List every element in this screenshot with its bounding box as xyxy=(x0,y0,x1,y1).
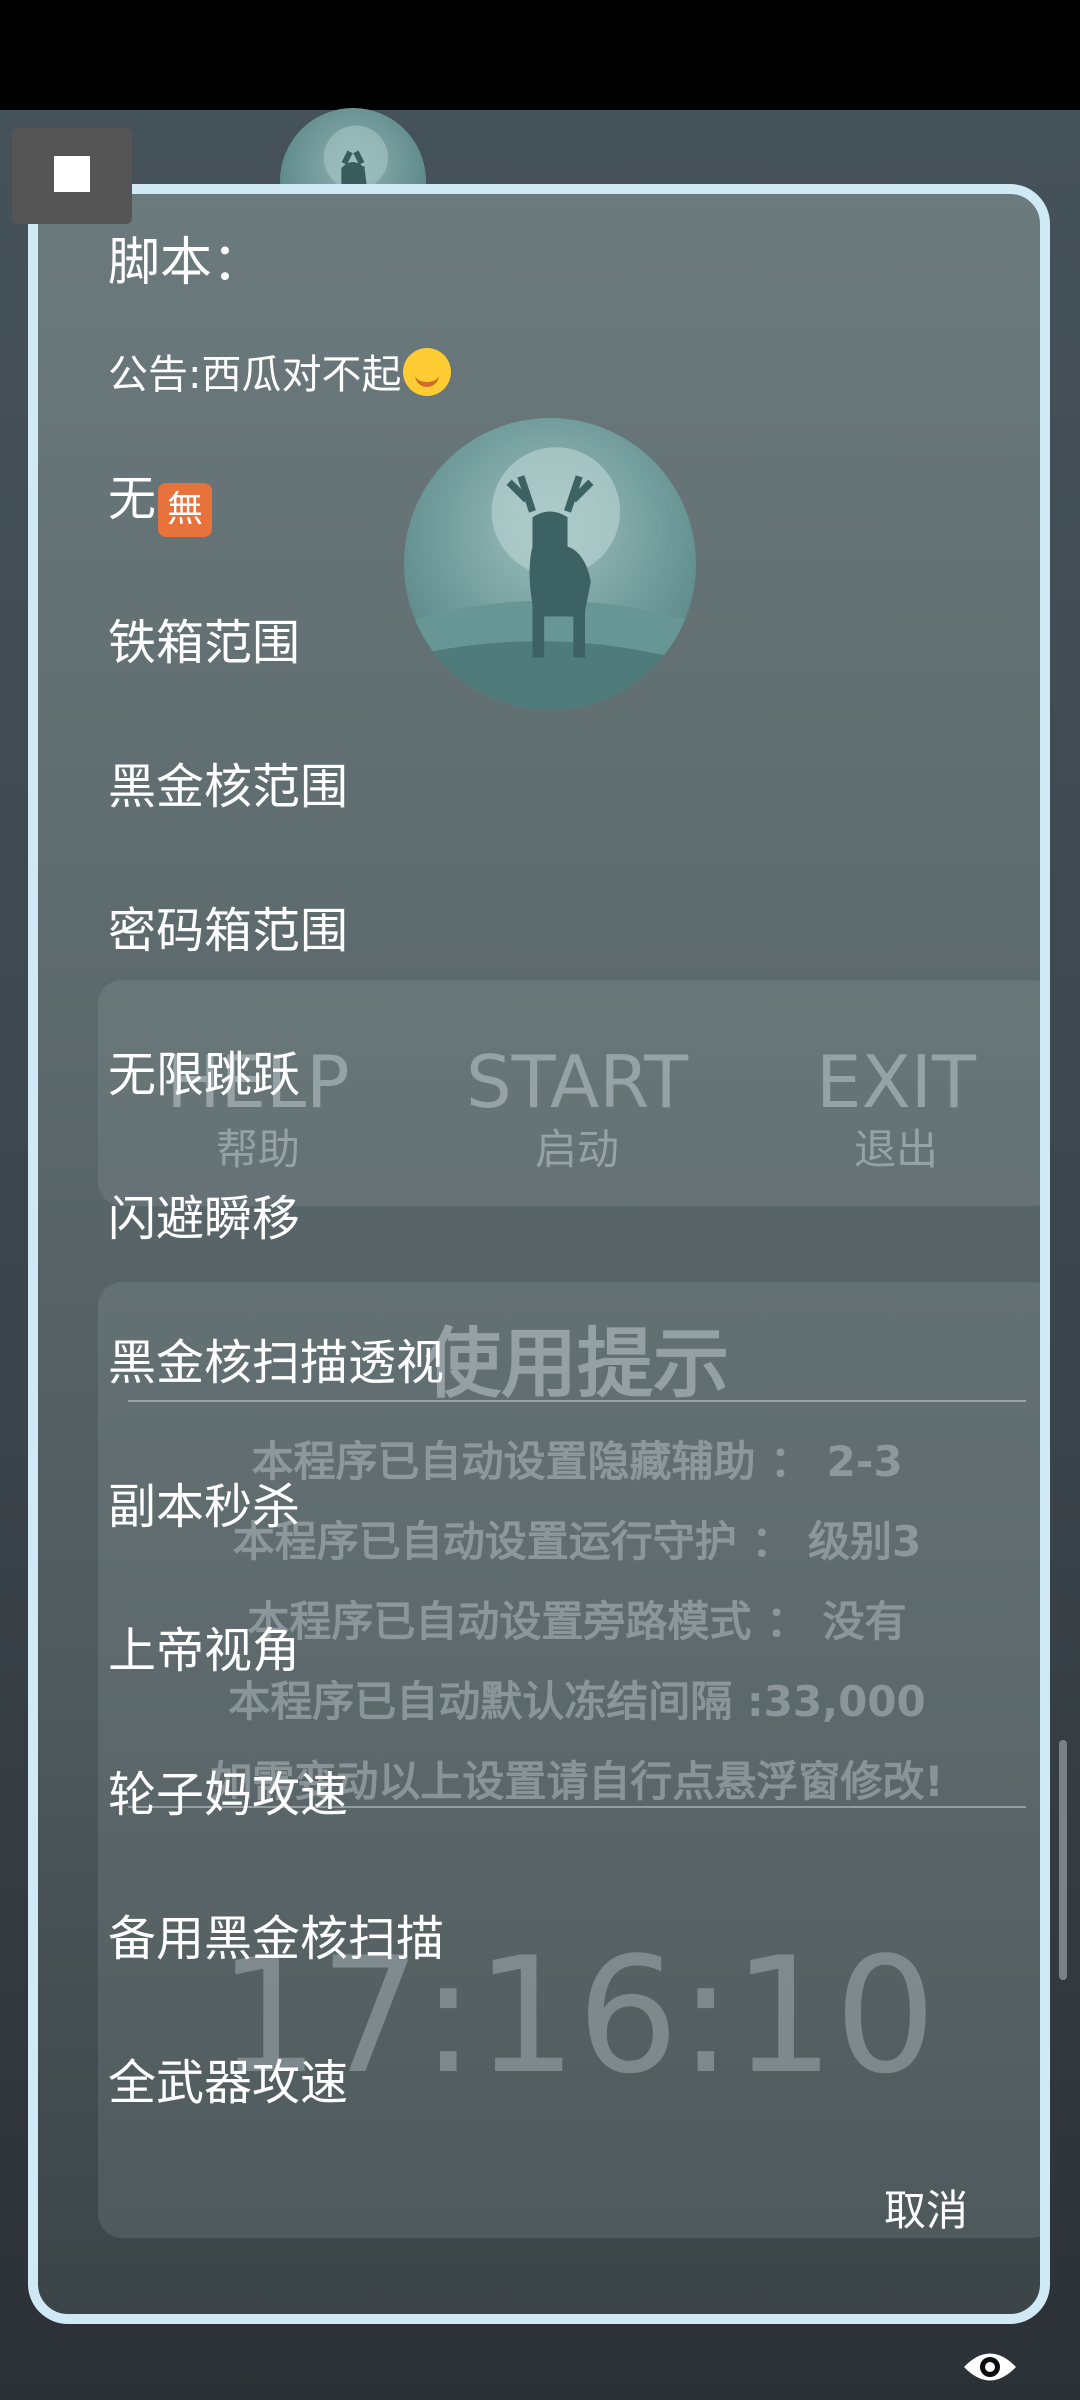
list-item[interactable]: 全武器攻速 xyxy=(108,2036,444,2180)
exit-button[interactable]: EXIT 退出 xyxy=(746,1040,1040,1178)
status-bar xyxy=(0,0,1080,110)
none-badge-icon: 無 xyxy=(158,483,213,537)
list-item[interactable]: 轮子妈攻速 xyxy=(108,1748,444,1892)
list-item[interactable]: 备用黑金核扫描 xyxy=(108,1892,444,2036)
deer-logo xyxy=(404,418,696,710)
eye-icon[interactable] xyxy=(962,2346,1018,2388)
list-item[interactable]: 黑金核范围 xyxy=(108,740,444,884)
smile-emoji-icon xyxy=(403,348,452,396)
list-item[interactable]: 上帝视角 xyxy=(108,1604,444,1748)
exit-label: EXIT xyxy=(815,1040,977,1124)
list-item[interactable]: 副本秒杀 xyxy=(108,1460,444,1604)
script-list: 无無 铁箱范围 黑金核范围 密码箱范围 无限跳跃 闪避瞬移 黑金核扫描透视 副本… xyxy=(108,452,444,2180)
exit-sublabel: 退出 xyxy=(853,1125,938,1174)
list-item[interactable]: 黑金核扫描透视 xyxy=(108,1316,444,1460)
start-label: START xyxy=(465,1040,689,1124)
square-stop-icon xyxy=(54,156,90,192)
start-button[interactable]: START 启动 xyxy=(427,1042,727,1178)
list-item[interactable]: 铁箱范围 xyxy=(108,596,444,740)
list-item-none[interactable]: 无無 xyxy=(108,452,444,596)
start-sublabel: 启动 xyxy=(534,1125,619,1174)
list-item[interactable]: 密码箱范围 xyxy=(108,884,444,1028)
cancel-button[interactable]: 取消 xyxy=(884,2177,968,2238)
list-item[interactable]: 无限跳跃 xyxy=(108,1028,444,1172)
floating-square-button[interactable] xyxy=(12,128,132,224)
script-dialog: HELP 帮助 START 启动 EXIT 退出 使用提示 本程序已自动设置隐藏… xyxy=(28,184,1050,2324)
list-item[interactable]: 闪避瞬移 xyxy=(108,1172,444,1316)
notice-text: 公告:西瓜对不起 xyxy=(108,352,402,398)
list-item-label: 无 xyxy=(108,471,157,527)
scrollbar[interactable] xyxy=(1059,1740,1067,1980)
dialog-title: 脚本： xyxy=(108,233,265,293)
notice: 公告:西瓜对不起 xyxy=(108,342,452,400)
deer-logo-icon xyxy=(404,447,696,710)
